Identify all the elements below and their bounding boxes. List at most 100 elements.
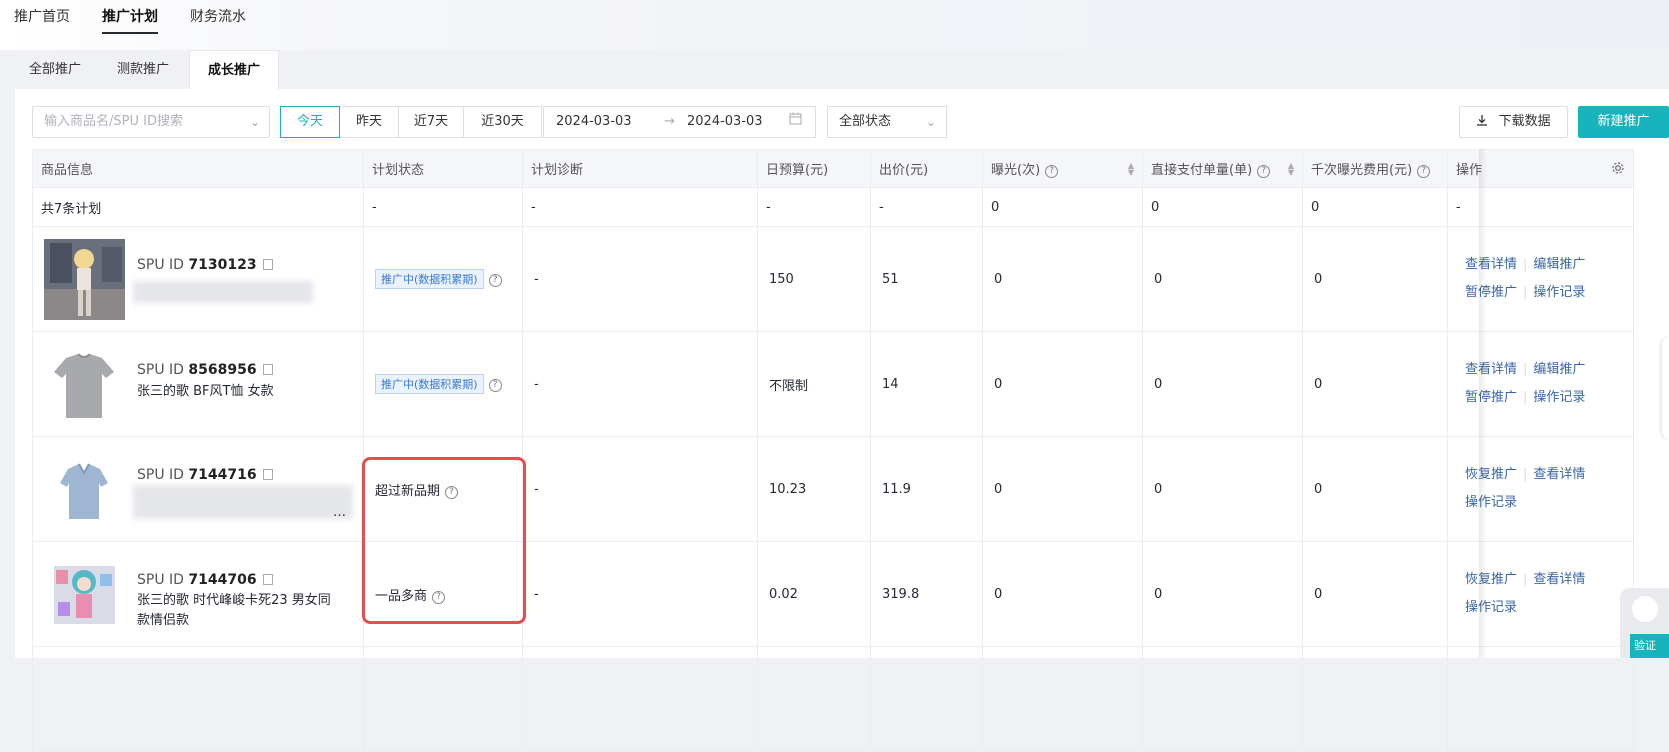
plan-diagnosis: - [522,226,758,332]
spu-id: SPU ID 8568956 [137,362,273,378]
spu-id: SPU ID 7144716 [137,467,273,483]
date-today-button[interactable]: 今天 [280,106,340,138]
col-plan-diagnosis: 计划诊断 [522,149,758,188]
plan-table: 商品信息 计划状态 计划诊断 日预算(元) 出价(元) 曝光(次)? ▲ ▼ 直接支… [32,149,1634,752]
tab-test-promo[interactable]: 测款推广 [101,50,185,90]
resume-promo-link[interactable]: 恢复推广 [1465,566,1517,594]
plan-tabs: 全部推广 测款推广 成长推广 [15,50,1669,90]
status-select[interactable]: 全部状态 ⌄ [827,106,947,138]
col-direct-orders-label: 直接支付单量(单) [1151,163,1253,178]
product-info: SPU ID 8568956 张三的歌 BF风T恤 女款 [32,331,364,437]
row-actions: 恢复推广 | 查看详情 操作记录 [1447,541,1634,647]
date-30days-button[interactable]: 近30天 [463,106,542,138]
col-cpm: 千次曝光费用(元)? [1302,149,1448,188]
help-icon[interactable]: ? [488,379,502,392]
view-detail-link[interactable]: 查看详情 [1465,356,1517,384]
col-daily-budget: 日预算(元) [757,149,871,188]
date-quick-buttons: 今天 昨天 近7天 近30天 [280,106,542,138]
resume-promo-link[interactable]: 恢复推广 [1465,461,1517,489]
product-thumbnail [44,344,125,425]
col-product-info: 商品信息 [32,149,364,188]
bid: 51 [870,226,983,332]
nav-promo-home[interactable]: 推广首页 [14,6,70,26]
copy-icon[interactable] [262,469,273,480]
summary-cell: - [522,187,758,227]
tab-all-promo[interactable]: 全部推广 [15,50,95,90]
view-detail-link[interactable]: 查看详情 [1533,461,1585,489]
widget-toggle-icon[interactable] [1632,596,1658,622]
col-exposure[interactable]: 曝光(次)? ▲ ▼ [982,149,1143,188]
op-log-link[interactable]: 操作记录 [1533,279,1585,307]
verify-button[interactable]: 验证 [1630,634,1669,658]
floating-widget[interactable]: 验证 [1620,588,1669,658]
chevron-down-icon: ⌄ [249,115,260,129]
op-log-link[interactable]: 操作记录 [1533,384,1585,412]
direct-orders: 0 [1142,436,1303,542]
tab-growth-promo[interactable]: 成长推广 [189,50,279,90]
calendar-icon [789,107,802,137]
date-end: 2024-03-03 [687,114,763,129]
view-detail-link[interactable]: 查看详情 [1465,251,1517,279]
product-info: SPU ID 7144706 张三的歌 时代峰峻卡死23 男女同 款情侣款 [32,541,364,647]
help-icon[interactable]: ? [488,274,502,287]
side-drawer-handle[interactable] [1662,338,1669,438]
top-nav: 推广首页 推广计划 财务流水 [0,0,1669,50]
date-yesterday-button[interactable]: 昨天 [339,106,399,138]
new-promo-button[interactable]: 新建推广 [1578,106,1669,138]
table-row: SPU ID 7130123 推广中(数据积累期)? - 150 51 0 0 … [32,226,1634,332]
copy-icon[interactable] [262,364,273,375]
nav-finance[interactable]: 财务流水 [190,6,246,26]
col-plan-status: 计划状态 [363,149,523,188]
daily-budget: 150 [757,226,871,332]
arrow-right-icon: → [664,114,675,129]
col-bid: 出价(元) [870,149,983,188]
summary-cell: - [757,187,871,227]
op-log-link[interactable]: 操作记录 [1465,594,1517,622]
download-data-button[interactable]: 下载数据 [1459,106,1568,138]
fixed-column-shadow [1479,149,1487,658]
plan-diagnosis: - [522,331,758,437]
plan-status: 推广中(数据积累期)? [363,331,523,437]
date-range-picker[interactable]: 2024-03-03 → 2024-03-03 [543,106,816,138]
exposure: 0 [982,331,1143,437]
view-detail-link[interactable]: 查看详情 [1533,566,1585,594]
copy-icon[interactable] [262,574,273,585]
copy-icon[interactable] [262,259,273,270]
daily-budget: 不限制 [757,331,871,437]
plan-status: 推广中(数据积累期)? [363,226,523,332]
pause-promo-link[interactable]: 暂停推广 [1465,279,1517,307]
summary-cell: - [1447,187,1634,227]
gear-icon[interactable] [1611,161,1625,179]
summary-cell: 0 [1142,187,1303,227]
product-info: SPU ID 7130123 [32,226,364,332]
search-input[interactable]: 输入商品名/SPU ID搜索 ⌄ [32,106,270,138]
row-actions: 查看详情 | 编辑推广 暂停推广 | 操作记录 [1447,331,1634,437]
exposure: 0 [982,436,1143,542]
sort-icon[interactable]: ▲ ▼ [1128,162,1134,177]
product-thumbnail [44,239,125,320]
help-icon[interactable]: ? [1417,165,1431,178]
direct-orders: 0 [1142,226,1303,332]
spu-id: SPU ID 7144706 [137,572,273,588]
sort-icon[interactable]: ▲ ▼ [1288,162,1294,177]
exposure: 0 [982,226,1143,332]
summary-cell: 0 [1302,187,1448,227]
row-actions: 恢复推广 | 查看详情 操作记录 [1447,436,1634,542]
cpm: 0 [1302,541,1448,647]
plan-diagnosis: - [522,436,758,542]
edit-promo-link[interactable]: 编辑推广 [1533,251,1585,279]
daily-budget: 10.23 [757,436,871,542]
direct-orders: 0 [1142,331,1303,437]
col-cpm-label: 千次曝光费用(元) [1311,163,1413,178]
col-direct-orders[interactable]: 直接支付单量(单)? ▲ ▼ [1142,149,1303,188]
blurred-product-name [133,485,353,519]
nav-promo-plan[interactable]: 推广计划 [102,6,158,26]
help-icon[interactable]: ? [1045,165,1059,178]
product-thumbnail [44,449,125,530]
date-7days-button[interactable]: 近7天 [398,106,464,138]
help-icon[interactable]: ? [1257,165,1271,178]
pause-promo-link[interactable]: 暂停推广 [1465,384,1517,412]
product-name: 张三的歌 BF风T恤 女款 [137,384,274,399]
op-log-link[interactable]: 操作记录 [1465,489,1517,517]
edit-promo-link[interactable]: 编辑推广 [1533,356,1585,384]
